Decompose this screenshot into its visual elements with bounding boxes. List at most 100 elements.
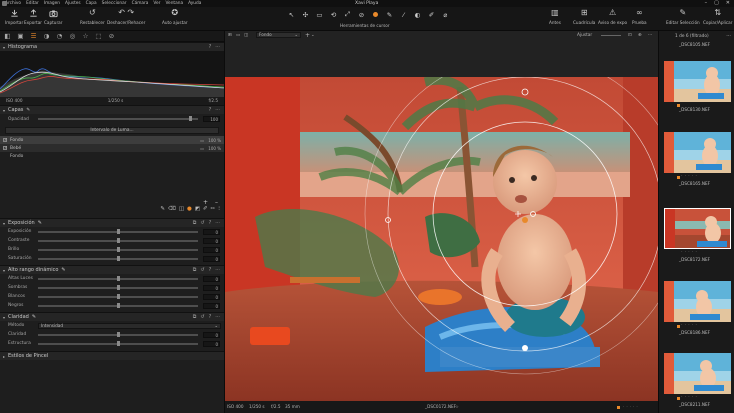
annotation-tool-icon[interactable]: ✐ [426, 11, 437, 19]
color-tab-icon[interactable]: ◑ [42, 32, 51, 41]
color-tag[interactable] [677, 325, 680, 328]
exposure-tab-icon[interactable]: ◔ [55, 32, 64, 41]
help-icon[interactable]: ? [209, 314, 212, 320]
wb-picker-tool-icon[interactable]: ⌀ [440, 11, 451, 19]
adjust-label[interactable]: Ajustar [577, 33, 592, 38]
slider-value[interactable]: 0 [203, 340, 220, 347]
more-icon[interactable]: ··· [215, 267, 220, 273]
exposure-slider[interactable] [38, 229, 198, 234]
draw-mask-icon[interactable]: ✏ [211, 206, 216, 215]
fill-icon[interactable]: ◩ [195, 206, 200, 215]
opacity-value[interactable]: 100 [203, 115, 220, 122]
menu-imagen[interactable]: Imagen [44, 1, 60, 6]
capture-tab-icon[interactable]: ▣ [16, 32, 25, 41]
shadows-slider[interactable] [38, 285, 198, 290]
grid-view-icon[interactable]: ⊞ [228, 33, 232, 38]
slider-knob[interactable] [116, 294, 120, 299]
menu-ajustes[interactable]: Ajustes [65, 1, 81, 6]
pointer-tool-icon[interactable]: ↖ [286, 11, 297, 19]
gradient-tool-icon[interactable]: ⁄ [398, 11, 409, 19]
single-view-icon[interactable]: ▭ [236, 33, 240, 38]
menu-camara[interactable]: Cámara [132, 1, 149, 6]
output-tab-icon[interactable]: ⬚ [94, 32, 103, 41]
batch-tab-icon[interactable]: ⊘ [107, 32, 116, 41]
color-tag[interactable] [677, 176, 680, 179]
slider-knob[interactable] [116, 276, 120, 281]
thumbnail[interactable] [664, 132, 731, 173]
rating-stars[interactable]: ····· [681, 173, 699, 179]
brush-icon[interactable]: ✎ [160, 206, 165, 215]
menu-seleccionar[interactable]: Seleccionar [102, 1, 127, 6]
reset-button[interactable]: ↺ Restablecer [80, 8, 105, 25]
menu-capa[interactable]: Capa [86, 1, 97, 6]
export-button[interactable]: Exportar [24, 8, 42, 25]
remove-layer-icon[interactable]: – [215, 199, 218, 206]
opacity-slider-knob[interactable] [188, 116, 192, 121]
minimize-icon[interactable]: – [705, 0, 708, 7]
thumbnail[interactable] [664, 353, 731, 394]
highlights-slider[interactable] [38, 276, 198, 281]
reset-icon[interactable]: ↺ [200, 314, 204, 320]
slider-value[interactable]: 0 [203, 293, 220, 300]
menu-archivo[interactable]: Archivo [5, 1, 21, 6]
pan-tool-icon[interactable]: ✣ [300, 11, 311, 19]
more-icon[interactable]: ··· [215, 107, 220, 113]
structure-slider[interactable] [38, 341, 198, 346]
slider-knob[interactable] [116, 229, 120, 234]
slider-value[interactable]: 0 [203, 228, 220, 235]
slider-knob[interactable] [116, 303, 120, 308]
zoom-icon[interactable]: ⊕ [638, 33, 642, 38]
thumbnail[interactable] [664, 281, 731, 322]
refine-icon[interactable]: ✐ [203, 206, 208, 215]
slider-knob[interactable] [116, 256, 120, 261]
help-icon[interactable]: ? [209, 44, 212, 50]
layer-row[interactable]: ✓ Fondo ▭ 100 % [0, 136, 224, 144]
more-icon[interactable]: ··· [648, 33, 652, 38]
import-button[interactable]: Importar [5, 8, 23, 25]
layer-select[interactable]: Fondo ⌄ [256, 32, 301, 38]
library-tab-icon[interactable]: ◧ [3, 32, 12, 41]
zoom-fit-icon[interactable]: ⊡ [628, 33, 632, 38]
slider-value[interactable]: 0 [203, 255, 220, 262]
crop-tool-icon[interactable]: ▭ [314, 11, 325, 19]
menu-ver[interactable]: Ver [153, 1, 160, 6]
edit-icon[interactable]: ✎ [38, 220, 42, 226]
slider-knob[interactable] [116, 247, 120, 252]
layer-row[interactable]: ✓ Bebé ▭ 100 % [0, 144, 224, 152]
radial-mask-tool-icon[interactable] [373, 12, 378, 17]
whites-slider[interactable] [38, 294, 198, 299]
status-star[interactable]: ☆ [455, 401, 459, 413]
saturation-slider[interactable] [38, 256, 198, 261]
help-icon[interactable]: ? [209, 220, 212, 226]
hdr-header[interactable]: ▾ Alto rango dinámico ✎ ⧉ ↺? ··· [0, 265, 224, 274]
metadata-tab-icon[interactable]: ☆ [81, 32, 90, 41]
more-icon[interactable]: ··· [215, 44, 220, 50]
rotate-tool-icon[interactable]: ⟲ [328, 11, 339, 19]
more-icon[interactable]: ··· [215, 314, 220, 320]
radial-icon[interactable]: ● [187, 206, 192, 215]
copy-icon[interactable]: ⧉ [193, 267, 197, 273]
maximize-icon[interactable]: ▢ [714, 0, 719, 7]
reset-icon[interactable]: ↺ [200, 267, 204, 273]
help-icon[interactable]: ? [209, 107, 212, 113]
add-layer-icon[interactable]: + [203, 199, 208, 206]
method-dropdown[interactable]: Intensidad ⌄ [38, 322, 221, 329]
zoom-slider[interactable] [601, 35, 621, 36]
undo-redo-button[interactable]: ↶ ↷ Deshacer/Rehacer [107, 8, 145, 25]
layer-visibility-checkbox[interactable]: ✓ [3, 138, 7, 142]
opacity-slider[interactable] [38, 116, 198, 121]
layers-tab-icon[interactable]: ☰ [29, 32, 38, 41]
main-photo[interactable] [225, 77, 658, 401]
brightness-slider[interactable] [38, 247, 198, 252]
rating-stars[interactable]: ····· [681, 249, 699, 255]
layer-visibility-checkbox[interactable]: ✓ [3, 146, 7, 150]
exposure-header[interactable]: ▾ Exposición ✎ ⧉ ↺? ··· [0, 218, 224, 227]
help-icon[interactable]: ? [209, 267, 212, 273]
slider-value[interactable]: 0 [203, 284, 220, 291]
slider-value[interactable]: 0 [203, 275, 220, 282]
add-layer-button[interactable]: + [305, 32, 310, 39]
copy-icon[interactable]: ⧉ [193, 314, 197, 320]
edit-icon[interactable]: ✎ [32, 314, 36, 320]
luma-range-button[interactable]: Intervalo de Luma... [5, 127, 219, 134]
compare-view-icon[interactable]: ◫ [244, 33, 248, 38]
